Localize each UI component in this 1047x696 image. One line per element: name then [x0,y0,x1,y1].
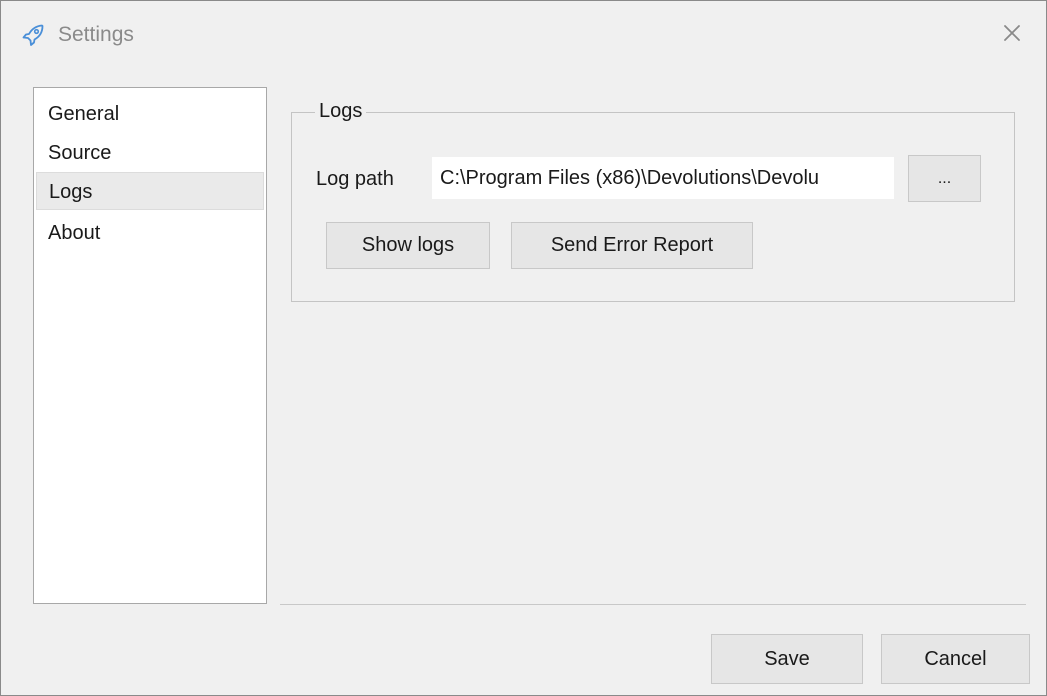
close-button[interactable] [994,17,1030,53]
send-error-report-button[interactable]: Send Error Report [511,222,753,269]
log-path-field[interactable] [432,157,894,199]
show-logs-button[interactable]: Show logs [326,222,490,269]
title-bar: Settings [1,1,1046,71]
logs-groupbox [291,112,1015,302]
cancel-button[interactable]: Cancel [881,634,1030,684]
window-title: Settings [58,23,134,46]
log-path-label: Log path [316,168,394,190]
nav-item-general[interactable]: General [36,95,264,133]
nav-item-source[interactable]: Source [36,134,264,172]
rocket-icon [21,23,45,47]
save-button[interactable]: Save [711,634,863,684]
browse-button[interactable]: ... [908,155,981,202]
nav-item-logs[interactable]: Logs [36,172,264,210]
nav-item-about[interactable]: About [36,214,264,252]
footer-divider [280,604,1026,605]
logs-group-title: Logs [315,100,367,123]
close-icon [1003,24,1021,47]
settings-window: Settings General Source Logs About Logs … [0,0,1047,696]
settings-nav-list: General Source Logs About [33,87,267,604]
